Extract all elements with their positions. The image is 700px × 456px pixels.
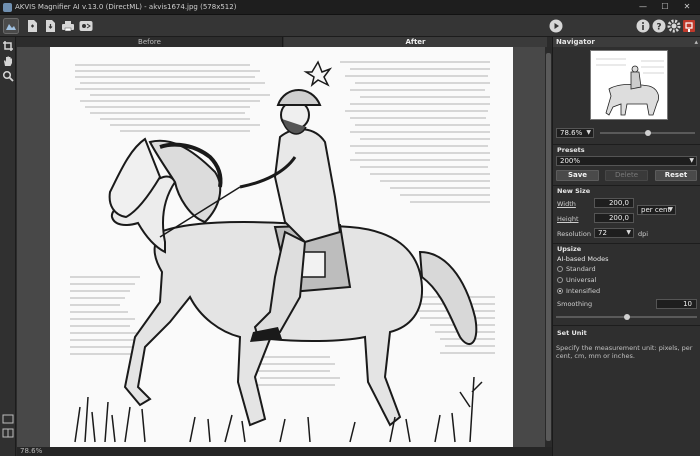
resolution-select[interactable]: 72 ▼ bbox=[594, 228, 634, 238]
maximize-button[interactable]: ☐ bbox=[654, 1, 676, 14]
save-preset-button[interactable]: Save bbox=[556, 170, 599, 181]
help-icon[interactable]: ? bbox=[651, 18, 667, 34]
new-size-title: New Size bbox=[557, 187, 591, 195]
zoom-icon[interactable] bbox=[2, 70, 14, 82]
width-input[interactable]: 200,0 bbox=[594, 198, 634, 208]
window-title: AKVIS Magnifier AI v.13.0 (DirectML) - a… bbox=[15, 3, 237, 11]
upsize-title: Upsize bbox=[557, 245, 582, 253]
navigator-zoom-slider-thumb[interactable] bbox=[644, 130, 651, 136]
knight-illustration bbox=[70, 60, 495, 443]
navigator-title: Navigator bbox=[556, 38, 595, 46]
height-label: Height bbox=[557, 215, 579, 223]
mode-radio-universal[interactable] bbox=[557, 277, 563, 283]
divider bbox=[553, 185, 700, 186]
mode-label-standard[interactable]: Standard bbox=[566, 265, 596, 273]
mode-radio-standard[interactable] bbox=[557, 266, 563, 272]
smoothing-slider-thumb[interactable] bbox=[623, 314, 630, 320]
navigator-thumbnail[interactable] bbox=[590, 50, 668, 120]
open-file-icon[interactable] bbox=[24, 18, 40, 34]
share-icon[interactable] bbox=[78, 18, 94, 34]
resolution-label: Resolution bbox=[557, 230, 591, 238]
settings-icon[interactable] bbox=[666, 18, 682, 34]
settings-panel: Navigator ▴ 78.6% ▼ Presets 200% ▼ Save De… bbox=[552, 37, 700, 456]
mode-radio-intensified[interactable] bbox=[557, 288, 563, 294]
save-file-icon[interactable] bbox=[42, 18, 58, 34]
unit-select[interactable]: per cent ▼ bbox=[637, 205, 676, 215]
chevron-down-icon: ▼ bbox=[668, 206, 673, 213]
main-toolbar: ? bbox=[0, 15, 700, 37]
hand-icon[interactable] bbox=[2, 55, 14, 67]
notification-icon[interactable] bbox=[681, 18, 697, 34]
run-icon[interactable] bbox=[548, 18, 564, 34]
preset-select[interactable]: 200% ▼ bbox=[556, 156, 697, 166]
mode-label-intensified[interactable]: Intensified bbox=[566, 287, 600, 295]
scrollbar-thumb[interactable] bbox=[546, 53, 551, 441]
smoothing-input[interactable]: 10 bbox=[656, 299, 697, 309]
app-icon bbox=[3, 3, 12, 12]
navigator-zoom-select[interactable]: 78.6% ▼ bbox=[556, 128, 594, 138]
divider bbox=[553, 243, 700, 244]
collapse-icon[interactable]: ▴ bbox=[694, 37, 698, 47]
tab-before[interactable]: Before bbox=[17, 37, 283, 47]
navigator-header[interactable]: Navigator ▴ bbox=[553, 37, 700, 47]
hint-title: Set Unit bbox=[557, 329, 587, 337]
zoom-status: 78.6% bbox=[20, 447, 43, 455]
crop-icon[interactable] bbox=[2, 40, 14, 52]
image-preview bbox=[50, 47, 513, 447]
split-view-icon[interactable] bbox=[2, 427, 14, 439]
chevron-down-icon: ▼ bbox=[586, 129, 591, 136]
image-canvas[interactable] bbox=[17, 47, 545, 447]
divider bbox=[553, 325, 700, 326]
info-icon[interactable] bbox=[635, 18, 651, 34]
hint-text: Specify the measurement unit: pixels, pe… bbox=[556, 344, 693, 360]
print-icon[interactable] bbox=[60, 18, 76, 34]
chevron-down-icon: ▼ bbox=[626, 229, 631, 236]
reset-preset-button[interactable]: Reset bbox=[655, 170, 697, 181]
title-bar: AKVIS Magnifier AI v.13.0 (DirectML) - a… bbox=[0, 0, 700, 15]
navigator-zoom-value: 78.6% bbox=[560, 129, 583, 137]
divider bbox=[553, 144, 700, 145]
presets-title: Presets bbox=[557, 146, 585, 154]
view-tabs: Before After bbox=[17, 37, 547, 47]
status-bar: 78.6% bbox=[17, 447, 552, 456]
single-view-icon[interactable] bbox=[2, 413, 14, 425]
tab-after[interactable]: After bbox=[284, 37, 547, 47]
minimize-button[interactable]: — bbox=[632, 1, 654, 14]
delete-preset-button[interactable]: Delete bbox=[605, 170, 648, 181]
home-icon[interactable] bbox=[3, 18, 19, 34]
canvas-scrollbar[interactable] bbox=[545, 47, 552, 447]
resolution-unit: dpi bbox=[638, 230, 649, 238]
tools-panel bbox=[0, 37, 16, 456]
unit-value: per cent bbox=[641, 206, 671, 214]
ai-modes-label: AI-based Modes bbox=[557, 255, 609, 263]
height-input[interactable]: 200,0 bbox=[594, 213, 634, 223]
preset-value: 200% bbox=[560, 157, 581, 165]
smoothing-label: Smoothing bbox=[557, 300, 593, 308]
resolution-value: 72 bbox=[598, 229, 607, 237]
close-button[interactable]: ✕ bbox=[676, 1, 698, 14]
chevron-down-icon: ▼ bbox=[689, 157, 694, 164]
svg-text:?: ? bbox=[656, 23, 661, 33]
mode-label-universal[interactable]: Universal bbox=[566, 276, 596, 284]
width-label: Width bbox=[557, 200, 576, 208]
